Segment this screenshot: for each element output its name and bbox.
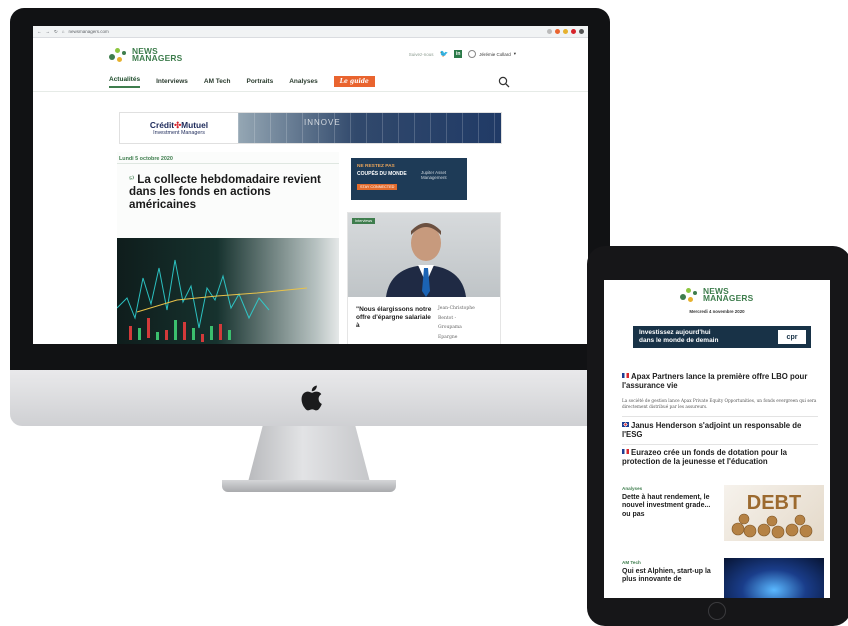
imac-stand-neck xyxy=(248,426,370,482)
tablet-card-category: Analyses xyxy=(622,486,643,491)
sidebar-ad-line1: NE RESTEZ PAS xyxy=(357,164,395,169)
interview-author: Jean-Christophe Bentot - Groupama Epargn… xyxy=(438,306,475,340)
top-banner-ad[interactable]: Crédit✣Mutuel Investment Managers INNOVE xyxy=(119,112,502,144)
tablet-logo-line-2: MANAGERS xyxy=(703,293,754,303)
nav-item-analyses[interactable]: Analyses xyxy=(289,78,318,85)
interview-tag: Interviews xyxy=(352,218,376,224)
stock-chart-picture xyxy=(117,259,308,342)
banner-word: INNOVE xyxy=(304,118,341,127)
interview-card[interactable]: Interviews "Nous élargissons notre offre… xyxy=(347,212,501,344)
search-icon[interactable] xyxy=(498,76,510,88)
france-flag-icon xyxy=(622,449,629,454)
tablet-site-logo[interactable]: NEWS MANAGERS xyxy=(680,286,753,304)
extension-icon[interactable] xyxy=(555,29,560,34)
home-icon[interactable]: ⌂ xyxy=(62,29,65,35)
address-bar[interactable]: newsmanagers.com xyxy=(69,29,548,34)
lead-article-image[interactable] xyxy=(117,238,339,344)
extension-icon[interactable] xyxy=(571,29,576,34)
interview-quote: "Nous élargissons notre offre d'épargne … xyxy=(356,306,432,329)
tablet-news-desc: La société de gestion lance Apax Private… xyxy=(622,398,817,409)
follow-us-label: Suivez-nous xyxy=(408,51,434,57)
divider xyxy=(622,416,818,417)
tablet-date: Mercredi 4 novembre 2020 xyxy=(689,309,745,314)
divider xyxy=(622,444,818,445)
tablet-ad-text: Investissez aujourd'hui dans le monde de… xyxy=(639,329,719,344)
extension-icon[interactable] xyxy=(563,29,568,34)
sidebar-ad-line2: COUPÉS DU MONDE xyxy=(357,171,407,177)
banner-brand-name: Crédit✣Mutuel xyxy=(149,120,209,130)
star-icon[interactable] xyxy=(547,29,552,34)
sidebar-ad-brand: Jupiter Asset Management xyxy=(421,170,447,181)
apple-logo-icon xyxy=(301,385,322,411)
logo-dots-icon xyxy=(109,46,129,64)
nav-item-le-guide[interactable]: Le guide xyxy=(333,76,375,87)
sidebar-ad-cta[interactable]: STAY CONNECTED xyxy=(357,184,398,190)
user-menu[interactable]: Jérémie Collard ▾ xyxy=(468,50,516,58)
logo-dots-icon xyxy=(680,286,700,304)
twitter-icon[interactable]: 🐦 xyxy=(440,50,449,58)
tablet-card-title[interactable]: Qui est Alphien, start-up la plus innova… xyxy=(622,568,714,585)
main-navigation: Actualités Interviews AM Tech Portraits … xyxy=(33,72,588,92)
forward-icon[interactable]: → xyxy=(46,29,51,35)
tablet-ad-brand: cpr xyxy=(778,330,806,344)
lead-article-headline[interactable]: ⁵⁾ La collecte hebdomadaire revient dans… xyxy=(117,164,339,222)
device-mockup-scene: ← → ↻ ⌂ newsmanagers.com NEWS MANAGERS S… xyxy=(0,0,848,626)
tablet-card-image[interactable] xyxy=(724,558,824,598)
linkedin-icon[interactable]: in xyxy=(454,50,463,58)
nav-item-portraits[interactable]: Portraits xyxy=(246,78,273,85)
sidebar-ad[interactable]: NE RESTEZ PAS COUPÉS DU MONDE STAY CONNE… xyxy=(351,158,467,200)
chevron-down-icon: ▾ xyxy=(513,51,516,56)
site-logo[interactable]: NEWS MANAGERS xyxy=(109,46,182,64)
tablet-card-title[interactable]: Dette à haut rendement, le nouvel invest… xyxy=(622,494,714,519)
banner-brand-sub: Investment Managers xyxy=(153,130,205,136)
interview-portrait: Interviews xyxy=(348,213,500,297)
svg-text:DEBT: DEBT xyxy=(747,492,801,514)
banner-visual: INNOVE xyxy=(238,113,501,143)
user-avatar-icon xyxy=(468,50,477,58)
profile-icon[interactable] xyxy=(579,29,584,34)
browser-toolbar: ← → ↻ ⌂ newsmanagers.com xyxy=(33,26,588,38)
tablet-news-item[interactable]: Apax Partners lance la première offre LB… xyxy=(622,372,824,390)
site-header: NEWS MANAGERS Suivez-nous 🐦 in Jérémie C… xyxy=(33,38,588,72)
header-utilities: Suivez-nous 🐦 in Jérémie Collard ▾ xyxy=(409,50,516,58)
sidebar-column: NE RESTEZ PAS COUPÉS DU MONDE STAY CONNE… xyxy=(347,152,501,344)
banner-brand: Crédit✣Mutuel Investment Managers xyxy=(120,113,238,143)
ipad-home-button xyxy=(708,602,726,620)
nav-item-actualites[interactable]: Actualités xyxy=(109,76,141,88)
uk-flag-icon xyxy=(622,422,629,427)
logo-line-2: MANAGERS xyxy=(132,53,183,63)
glyph-icon: ⁵⁾ xyxy=(129,176,135,183)
tablet-news-item[interactable]: Janus Henderson s'adjoint un responsable… xyxy=(622,421,824,439)
tablet-news-item[interactable]: Eurazeo crée un fonds de dotation pour l… xyxy=(622,448,824,466)
tablet-card-category: AM Tech xyxy=(622,560,641,565)
debt-coins-picture: DEBT xyxy=(731,492,813,539)
reload-icon[interactable]: ↻ xyxy=(54,29,58,35)
ipad-screen: NEWS MANAGERS Mercredi 4 novembre 2020 I… xyxy=(604,280,830,598)
date-label: Lundi 5 octobre 2020 xyxy=(117,152,339,164)
imac-screen: ← → ↻ ⌂ newsmanagers.com NEWS MANAGERS S… xyxy=(33,26,588,344)
france-flag-icon xyxy=(622,373,629,378)
back-icon[interactable]: ← xyxy=(37,29,42,35)
tablet-banner-ad[interactable]: Investissez aujourd'hui dans le monde de… xyxy=(633,326,811,348)
nav-item-interviews[interactable]: Interviews xyxy=(156,78,188,85)
main-article-column: Lundi 5 octobre 2020 ⁵⁾ La collecte hebd… xyxy=(117,152,339,344)
user-name: Jérémie Collard xyxy=(479,51,511,57)
person-portrait-picture xyxy=(386,223,466,297)
extensions-area xyxy=(547,29,584,34)
nav-item-am-tech[interactable]: AM Tech xyxy=(204,78,231,85)
tablet-card-image[interactable]: DEBT xyxy=(724,485,824,541)
imac-stand-foot xyxy=(222,480,396,492)
